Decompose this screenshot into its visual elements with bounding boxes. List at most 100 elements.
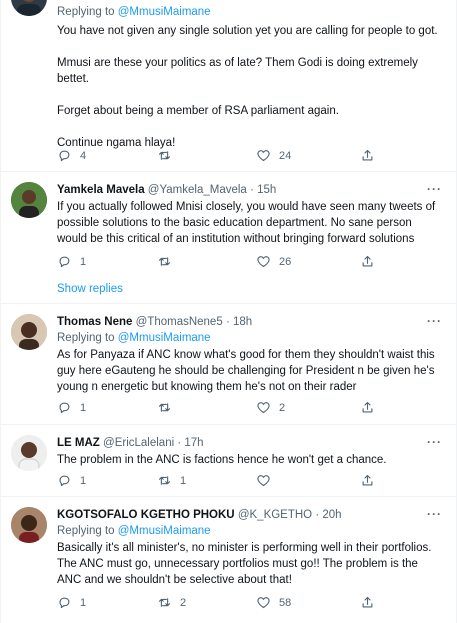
tweet-text: The problem in the ANC is factions hence… xyxy=(57,454,387,466)
share-icon xyxy=(360,595,375,610)
timestamp[interactable]: 15h xyxy=(257,184,276,196)
replying-to-link[interactable]: @MmusiMaimane xyxy=(118,332,211,344)
avatar[interactable] xyxy=(11,182,47,218)
reply-icon xyxy=(57,400,72,415)
separator-dot: · xyxy=(315,509,320,521)
user-handle[interactable]: @Yamkela_Mavela xyxy=(148,184,247,196)
like-count: 26 xyxy=(279,255,292,268)
retweet-icon xyxy=(157,473,172,488)
retweet-icon xyxy=(157,254,172,269)
tweet-header: LE MAZ @EricLalelani · 17h xyxy=(57,435,444,451)
reply-button[interactable]: 1 xyxy=(57,595,86,610)
separator-dot: · xyxy=(177,437,182,449)
reply-count: 4 xyxy=(80,149,87,162)
like-icon xyxy=(256,595,271,610)
user-handle[interactable]: @ThomasNene5 xyxy=(136,316,223,328)
reply-button[interactable]: 1 xyxy=(57,400,86,415)
user-handle[interactable]: @K_KGETHO xyxy=(238,509,312,521)
tweet[interactable]: KGOTSOFALO KGETHO PHOKU @K_KGETHO · 20h … xyxy=(1,497,456,623)
replying-to: Replying to @MmusiMaimane xyxy=(57,332,211,344)
more-options-icon[interactable]: ··· xyxy=(427,182,442,196)
more-options-icon[interactable]: ··· xyxy=(427,435,442,449)
share-button[interactable] xyxy=(360,254,375,269)
reply-count: 1 xyxy=(80,596,87,609)
timestamp[interactable]: 17h xyxy=(184,437,203,449)
like-count: 58 xyxy=(279,596,292,609)
tweet-text: Basically it's all minister's, no minist… xyxy=(57,542,432,586)
share-icon xyxy=(360,254,375,269)
display-name[interactable]: LE MAZ xyxy=(57,437,100,449)
retweet-count: 1 xyxy=(180,474,187,487)
retweet-icon xyxy=(157,595,172,610)
reply-icon xyxy=(57,473,72,488)
like-button[interactable]: 58 xyxy=(256,595,291,610)
replying-to-link[interactable]: @MmusiMaimane xyxy=(118,525,211,537)
display-name[interactable]: Yamkela Mavela xyxy=(57,184,145,196)
retweet-button[interactable] xyxy=(157,148,180,163)
like-icon xyxy=(256,473,271,488)
like-count: 2 xyxy=(279,401,286,414)
retweet-icon xyxy=(157,400,172,415)
tweet-text: If you actually followed Mnisi closely, … xyxy=(57,201,436,245)
share-icon xyxy=(360,400,375,415)
reply-button[interactable]: 1 xyxy=(57,254,86,269)
reply-button[interactable]: 4 xyxy=(57,148,86,163)
retweet-count: 2 xyxy=(180,596,187,609)
share-button[interactable] xyxy=(360,595,375,610)
avatar[interactable] xyxy=(11,314,47,350)
reply-count: 1 xyxy=(80,401,87,414)
tweet-actions: 1 1 xyxy=(57,473,387,491)
tweet-header: Yamkela Mavela @Yamkela_Mavela · 15h xyxy=(57,182,444,198)
avatar[interactable] xyxy=(11,435,47,471)
like-button[interactable]: 24 xyxy=(256,148,291,163)
like-button[interactable]: 2 xyxy=(256,400,285,415)
tweet-header: KGOTSOFALO KGETHO PHOKU @K_KGETHO · 20h xyxy=(57,507,444,523)
tweet[interactable]: Thomas Nene @ThomasNene5 · 18h Replying … xyxy=(1,304,456,425)
share-icon xyxy=(360,473,375,488)
like-icon xyxy=(256,400,271,415)
reply-button[interactable]: 1 xyxy=(57,473,86,488)
retweet-button[interactable] xyxy=(157,254,180,269)
share-button[interactable] xyxy=(360,400,375,415)
like-button[interactable] xyxy=(256,473,279,488)
tweet[interactable]: LE MAZ @EricLalelani · 17h The problem i… xyxy=(1,425,456,497)
display-name[interactable]: KGOTSOFALO KGETHO PHOKU xyxy=(57,509,235,521)
timestamp[interactable]: 18h xyxy=(233,316,252,328)
tweet-text: You have not given any single solution y… xyxy=(57,25,438,149)
tweet[interactable]: Yamkela Mavela @Yamkela_Mavela · 15h If … xyxy=(1,172,456,304)
user-handle[interactable]: @EricLalelani xyxy=(103,437,174,449)
avatar[interactable] xyxy=(11,507,47,543)
like-icon xyxy=(256,254,271,269)
like-button[interactable]: 26 xyxy=(256,254,291,269)
show-replies-link[interactable]: Show replies xyxy=(57,283,123,295)
tweet[interactable]: Replying to @MmusiMaimane You have not g… xyxy=(1,0,456,172)
more-options-icon[interactable]: ··· xyxy=(427,507,442,521)
like-count: 24 xyxy=(279,149,292,162)
share-icon xyxy=(360,148,375,163)
avatar[interactable] xyxy=(11,0,47,16)
reply-icon xyxy=(57,148,72,163)
retweet-button[interactable]: 2 xyxy=(157,595,186,610)
reply-count: 1 xyxy=(80,474,87,487)
tweet-header: Thomas Nene @ThomasNene5 · 18h xyxy=(57,314,444,330)
share-button[interactable] xyxy=(360,473,375,488)
retweet-button[interactable] xyxy=(157,400,180,415)
retweet-button[interactable]: 1 xyxy=(157,473,186,488)
reply-count: 1 xyxy=(80,255,87,268)
tweet-actions: 1 26 xyxy=(57,254,387,272)
tweet-actions: 1 2 xyxy=(57,400,387,418)
separator-dot: · xyxy=(250,184,254,196)
tweet-actions: 4 24 xyxy=(57,148,387,166)
share-button[interactable] xyxy=(360,148,375,163)
retweet-icon xyxy=(157,148,172,163)
separator-dot: · xyxy=(225,316,230,328)
reply-icon xyxy=(57,595,72,610)
replying-to: Replying to @MmusiMaimane xyxy=(57,525,211,537)
replying-to-link[interactable]: @MmusiMaimane xyxy=(118,6,211,18)
more-options-icon[interactable]: ··· xyxy=(427,314,442,328)
timestamp[interactable]: 20h xyxy=(322,509,341,521)
replying-to: Replying to @MmusiMaimane xyxy=(57,6,211,18)
display-name[interactable]: Thomas Nene xyxy=(57,316,132,328)
tweet-text: As for Panyaza if ANC know what's good f… xyxy=(57,349,435,393)
reply-thread: Replying to @MmusiMaimane You have not g… xyxy=(0,0,457,623)
